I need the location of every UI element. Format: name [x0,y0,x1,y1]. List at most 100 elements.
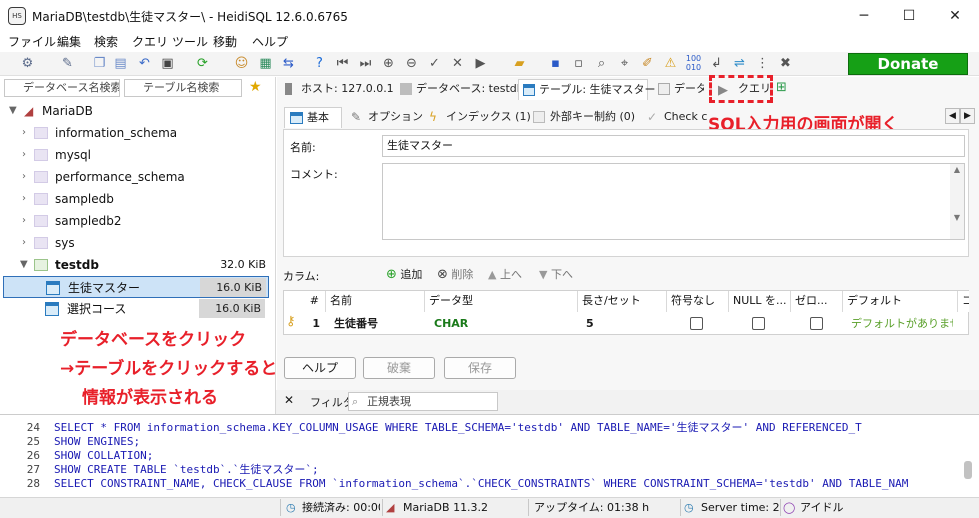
tree-db-mysql[interactable]: › mysql [0,144,276,166]
grid-cell-num[interactable]: 1 [300,313,326,334]
menu-tools[interactable]: ツール [172,33,208,50]
connect-icon[interactable]: ⚙ [18,54,37,73]
add-icon[interactable]: ⊕ [379,54,398,73]
subtab-options[interactable]: ✎ オプション [346,107,423,128]
new-query-tab-icon[interactable]: ⊞ [776,80,787,95]
query-log[interactable]: 24 SELECT * FROM information_schema.KEY_… [0,414,979,496]
tree-db-information-schema[interactable]: › information_schema [0,122,276,144]
expand-arrow-icon[interactable]: › [22,188,26,210]
undo-icon[interactable]: ↶ [135,54,154,73]
menu-query[interactable]: クエリ [132,33,168,50]
add-column-button[interactable]: ⊕ 追加 [386,267,422,283]
comment-textarea[interactable] [382,163,965,240]
collapse-arrow-icon[interactable]: ▼ [9,100,17,122]
zerofill-checkbox[interactable] [810,317,823,330]
user-manager-icon[interactable]: ☺ [232,54,251,73]
discard-button[interactable]: 破棄 [363,357,435,379]
save-button[interactable]: 保存 [444,357,516,379]
expand-arrow-icon[interactable]: › [22,144,26,166]
grid-header-default[interactable]: デフォルト [843,291,958,312]
expand-arrow-icon[interactable]: › [22,122,26,144]
tree-table-seito-master[interactable]: 生徒マスター 16.0 KiB [3,276,269,298]
comment-scrollbar[interactable]: ▲ ▼ [950,164,964,239]
scroll-right-icon[interactable]: ▶ [960,108,975,124]
unsigned-checkbox[interactable] [690,317,703,330]
move-down-button[interactable]: ▼ 下へ [539,267,573,283]
close-filter-icon[interactable]: ✕ [284,393,294,407]
grid-header-num[interactable]: # [284,291,326,312]
log-scrollbar-thumb[interactable] [964,461,972,479]
grid-header-length[interactable]: 長さ/セット [578,291,667,312]
expand-arrow-icon[interactable]: › [22,210,26,232]
minimize-button[interactable]: ─ [841,0,887,32]
help-button[interactable]: ヘルプ [284,357,356,379]
save-as-icon[interactable]: ▫ [569,54,588,73]
sync-icon[interactable]: ⇌ [730,54,749,73]
tree-server[interactable]: ▼ ◢ MariaDB [0,100,276,122]
grid-header-null[interactable]: NULL を... [729,291,791,312]
favorite-star-icon[interactable]: ★ [249,79,262,95]
transfer-icon[interactable]: ⇆ [279,54,298,73]
tree-db-sampledb[interactable]: › sampledb [0,188,276,210]
tree-db-testdb[interactable]: ▼ testdb 32.0 KiB [0,254,276,276]
grid-header-comment[interactable]: コ [958,291,969,312]
tree-db-sampledb2[interactable]: › sampledb2 [0,210,276,232]
export-icon[interactable]: ▦ [256,54,275,73]
warning-icon[interactable]: ⚠ [661,54,680,73]
tree-table-sentaku-course[interactable]: 選択コース 16.0 KiB [0,298,276,320]
expand-arrow-icon[interactable]: › [22,232,26,254]
grid-header-type[interactable]: データ型 [425,291,578,312]
grid-header-name[interactable]: 名前 [326,291,425,312]
tab-host[interactable]: ホスト: 127.0.0.1 [281,79,394,100]
regex-filter-input[interactable]: ⌕ 正規表現 [348,392,498,411]
allow-null-checkbox[interactable] [752,317,765,330]
run-icon[interactable]: ▶ [471,54,490,73]
table-name-input[interactable]: 生徒マスター [382,135,965,157]
grid-header-zerofill[interactable]: ゼロ... [791,291,843,312]
stop-icon[interactable]: ✖ [776,54,795,73]
tree-db-sys[interactable]: › sys [0,232,276,254]
menu-edit[interactable]: 編集 [57,33,81,50]
grid-cell-name[interactable]: 生徒番号 [330,313,425,334]
help-icon[interactable]: ? [310,54,329,73]
grid-cell-default[interactable]: デフォルトがありません [847,313,953,334]
copy-icon[interactable]: ❐ [90,54,109,73]
database-filter-input[interactable]: データベース名検索 [4,79,120,97]
grid-cell-type[interactable]: CHAR [430,313,578,334]
subtab-basic[interactable]: 基本 [284,107,342,128]
first-icon[interactable]: ⏮ [333,54,352,73]
print-icon[interactable]: ▣ [158,54,177,73]
find-icon[interactable]: ⌕ [592,54,611,73]
subtab-check[interactable]: ✓ Check c [642,107,710,128]
disconnect-icon[interactable]: ✎ [58,54,77,73]
close-button[interactable]: ✕ [932,0,978,32]
menu-help[interactable]: ヘルプ [252,33,288,50]
grid-header-unsigned[interactable]: 符号なし [667,291,729,312]
cancel-icon[interactable]: ✕ [448,54,467,73]
tab-data[interactable]: データ [654,79,704,100]
menu-navigate[interactable]: 移動 [213,33,237,50]
move-up-button[interactable]: ▲ 上へ [488,267,522,283]
open-folder-icon[interactable]: ▰ [510,54,529,73]
subtab-indexes[interactable]: ϟ インデックス (1) [424,107,531,128]
tree-db-performance-schema[interactable]: › performance_schema [0,166,276,188]
paste-icon[interactable]: ▤ [111,54,130,73]
scroll-left-icon[interactable]: ◀ [945,108,960,124]
apply-icon[interactable]: ✓ [425,54,444,73]
grid-cell-length[interactable]: 5 [582,313,667,334]
info-icon[interactable]: ⋮ [753,54,772,73]
binary-icon[interactable]: 100 010 [684,54,703,73]
expand-arrow-icon[interactable]: › [22,166,26,188]
donate-button[interactable]: Donate [848,53,968,75]
delete-column-button[interactable]: ⊗ 削除 [437,267,473,283]
maximize-button[interactable]: ☐ [886,0,932,32]
table-filter-input[interactable]: テーブル名検索 [124,79,242,97]
subtab-foreign-keys[interactable]: 外部キー制約 (0) [528,107,636,128]
menu-file[interactable]: ファイル [8,33,56,50]
tab-database[interactable]: データベース: testdb [396,79,524,100]
refresh-icon[interactable]: ⟳ [193,54,212,73]
remove-icon[interactable]: ⊖ [402,54,421,73]
format-icon[interactable]: ✐ [638,54,657,73]
replace-icon[interactable]: ⌖ [615,54,634,73]
last-icon[interactable]: ⏭ [356,54,375,73]
